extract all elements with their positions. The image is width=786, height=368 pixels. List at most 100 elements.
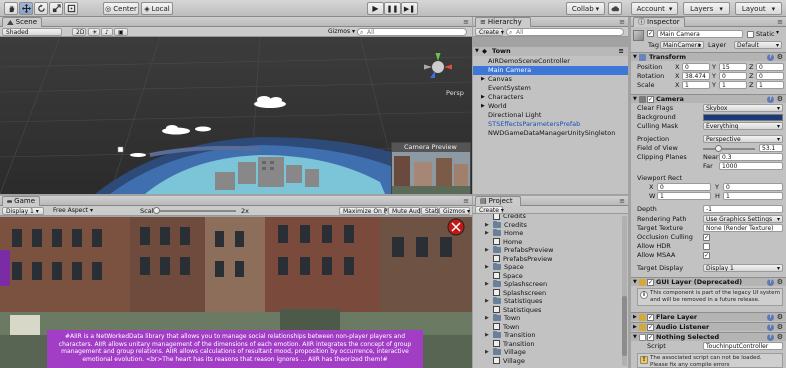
pause-button[interactable]: ❚❚ bbox=[384, 2, 401, 15]
gizmos-dropdown[interactable]: Gizmos ▾ bbox=[325, 28, 355, 36]
gear-icon[interactable]: ⚙ bbox=[777, 313, 783, 321]
project-scrollbar-thumb[interactable] bbox=[622, 296, 627, 356]
hierarchy-item[interactable]: NWDGameDataManagerUnitySingleton bbox=[473, 129, 628, 138]
position-z-field[interactable]: 0 bbox=[756, 63, 784, 71]
move-tool-button[interactable] bbox=[19, 2, 33, 15]
gameobject-active-checkbox[interactable]: ✓ bbox=[647, 30, 654, 37]
display-dropdown[interactable]: Display 1 ▾ bbox=[2, 207, 44, 215]
audio-listener-checkbox[interactable]: ✓ bbox=[647, 324, 654, 331]
mode-2d-toggle[interactable]: 2D bbox=[72, 28, 86, 36]
panel-menu-icon[interactable]: ≡ bbox=[777, 18, 783, 26]
expand-arrow-icon[interactable]: ▶ bbox=[481, 102, 485, 111]
panel-menu-icon[interactable]: ≡ bbox=[463, 197, 469, 205]
tag-dropdown[interactable]: MainCamera bbox=[660, 41, 704, 49]
account-dropdown[interactable]: Account ▾ bbox=[631, 2, 678, 15]
hdr-checkbox[interactable] bbox=[703, 243, 710, 250]
scene-search-input[interactable]: ⌕ All bbox=[357, 28, 467, 36]
cloud-button[interactable] bbox=[608, 2, 622, 15]
msaa-checkbox[interactable]: ✓ bbox=[703, 252, 710, 259]
gear-icon[interactable]: ⚙ bbox=[777, 278, 783, 286]
object-name-field[interactable]: Main Camera bbox=[657, 30, 743, 38]
fov-slider[interactable] bbox=[703, 145, 755, 152]
tab-game[interactable]: Game bbox=[2, 196, 40, 206]
expand-arrow-icon[interactable]: ▶ bbox=[485, 314, 490, 322]
help-icon[interactable]: ? bbox=[767, 314, 774, 321]
expand-arrow-icon[interactable]: ▶ bbox=[485, 331, 490, 339]
scale-tool-button[interactable] bbox=[49, 2, 63, 15]
script-enabled-checkbox[interactable]: ✓ bbox=[647, 334, 654, 341]
gui-layer-header[interactable]: ▼ ✓ GUI Layer (Deprecated) ? ⚙ bbox=[631, 277, 786, 286]
flare-layer-checkbox[interactable]: ✓ bbox=[647, 314, 654, 321]
hierarchy-create-dropdown[interactable]: Create ▾ bbox=[475, 28, 504, 36]
vp-y-field[interactable]: 0 bbox=[723, 183, 783, 191]
hierarchy-item[interactable]: STSEffectsParametersPrefab bbox=[473, 120, 628, 129]
project-scene-item[interactable]: Home bbox=[485, 238, 522, 246]
expand-arrow-icon[interactable]: ▶ bbox=[481, 75, 485, 84]
project-folder-item[interactable]: ▶ Splashscreen bbox=[485, 280, 547, 288]
hierarchy-item[interactable]: AIRDemoSceneController bbox=[473, 57, 628, 66]
vp-h-field[interactable]: 1 bbox=[723, 192, 783, 200]
gear-icon[interactable]: ⚙ bbox=[777, 53, 783, 61]
scene-root-row[interactable]: ▼ ◆ Town ≡ bbox=[473, 47, 628, 56]
scene-menu-icon[interactable]: ≡ bbox=[619, 47, 624, 56]
nothing-selected-header[interactable]: ▼ ✓ Nothing Selected ? ⚙ bbox=[631, 332, 786, 341]
project-scene-item[interactable]: Transition bbox=[485, 340, 534, 348]
project-folder-item[interactable]: ▶ Village bbox=[485, 348, 526, 356]
project-folder-item[interactable]: ▶ Statistiques bbox=[485, 297, 542, 305]
project-folder-item[interactable]: ▶ Space bbox=[485, 263, 524, 271]
pivot-center-button[interactable]: ◎ Center bbox=[103, 2, 139, 15]
fov-slider-thumb[interactable] bbox=[715, 145, 723, 152]
scale-y-field[interactable]: 1 bbox=[719, 81, 747, 89]
project-folder-item[interactable]: ▶ Town bbox=[485, 314, 520, 322]
layer-dropdown[interactable]: Default bbox=[734, 41, 782, 49]
target-texture-field[interactable]: None (Render Texture) bbox=[703, 224, 783, 232]
vp-w-field[interactable]: 1 bbox=[657, 192, 711, 200]
target-display-dropdown[interactable]: Display 1 bbox=[703, 264, 783, 272]
position-x-field[interactable]: 0 bbox=[682, 63, 710, 71]
background-color-swatch[interactable] bbox=[703, 114, 783, 121]
tab-inspector[interactable]: ⓘ Inspector bbox=[633, 17, 685, 27]
rotation-x-field[interactable]: 38.474 bbox=[682, 72, 710, 80]
panel-menu-icon[interactable]: ≡ bbox=[463, 18, 469, 26]
collab-button[interactable]: Collab ▾ bbox=[566, 2, 605, 15]
audio-toggle[interactable]: ♪ bbox=[101, 28, 113, 36]
script-field[interactable]: TouchInputController bbox=[703, 342, 783, 350]
near-field[interactable]: 0.3 bbox=[719, 153, 783, 161]
effects-dropdown[interactable]: ▣ bbox=[114, 28, 128, 36]
expand-arrow-icon[interactable]: ▶ bbox=[485, 280, 490, 288]
expand-arrow-icon[interactable]: ▶ bbox=[485, 246, 490, 254]
gear-icon[interactable]: ⚙ bbox=[777, 323, 783, 331]
culling-mask-dropdown[interactable]: Everything bbox=[703, 122, 783, 130]
tab-scene[interactable]: Scene bbox=[2, 17, 42, 27]
clear-flags-dropdown[interactable]: Skybox bbox=[703, 104, 783, 112]
play-button[interactable]: ▶ bbox=[367, 2, 384, 15]
vp-x-field[interactable]: 0 bbox=[657, 183, 711, 191]
lighting-toggle[interactable]: ☀ bbox=[88, 28, 100, 36]
project-folder-item[interactable]: ▶ Transition bbox=[485, 331, 535, 339]
expand-arrow-icon[interactable]: ▶ bbox=[485, 229, 490, 237]
help-icon[interactable]: ? bbox=[767, 279, 774, 286]
rendering-path-dropdown[interactable]: Use Graphics Settings bbox=[703, 215, 783, 223]
project-scene-item[interactable]: Space bbox=[485, 272, 523, 280]
stats-toggle[interactable]: Stats bbox=[421, 207, 440, 215]
hierarchy-item[interactable]: EventSystem bbox=[473, 84, 628, 93]
project-folder-item[interactable]: ▶ PrefabsPreview bbox=[485, 246, 553, 254]
expand-arrow-icon[interactable]: ▶ bbox=[485, 263, 490, 271]
gear-icon[interactable]: ⚙ bbox=[777, 95, 783, 103]
expand-arrow-icon[interactable]: ▶ bbox=[485, 348, 490, 356]
tab-project[interactable]: ▤ Project bbox=[475, 196, 521, 206]
flare-layer-header[interactable]: ▶ ✓ Flare Layer ? ⚙ bbox=[631, 312, 786, 321]
hierarchy-item[interactable]: ▶ World bbox=[473, 102, 628, 111]
fov-field[interactable]: 53.1 bbox=[759, 144, 783, 152]
audio-listener-header[interactable]: ▶ ✓ Audio Listener ? ⚙ bbox=[631, 322, 786, 331]
hierarchy-item[interactable]: Main Camera bbox=[473, 66, 628, 75]
project-scene-item[interactable]: Credits bbox=[485, 214, 526, 220]
gear-icon[interactable]: ⚙ bbox=[777, 333, 783, 341]
static-dropdown-icon[interactable]: ▾ bbox=[776, 29, 779, 36]
expand-arrow-icon[interactable]: ▶ bbox=[485, 221, 490, 229]
help-icon[interactable]: ? bbox=[767, 96, 774, 103]
hand-tool-button[interactable] bbox=[4, 2, 18, 15]
rotate-tool-button[interactable] bbox=[34, 2, 48, 15]
tab-hierarchy[interactable]: ≡ Hierarchy bbox=[475, 17, 531, 27]
hierarchy-search-input[interactable]: ⌕ All bbox=[506, 28, 624, 36]
